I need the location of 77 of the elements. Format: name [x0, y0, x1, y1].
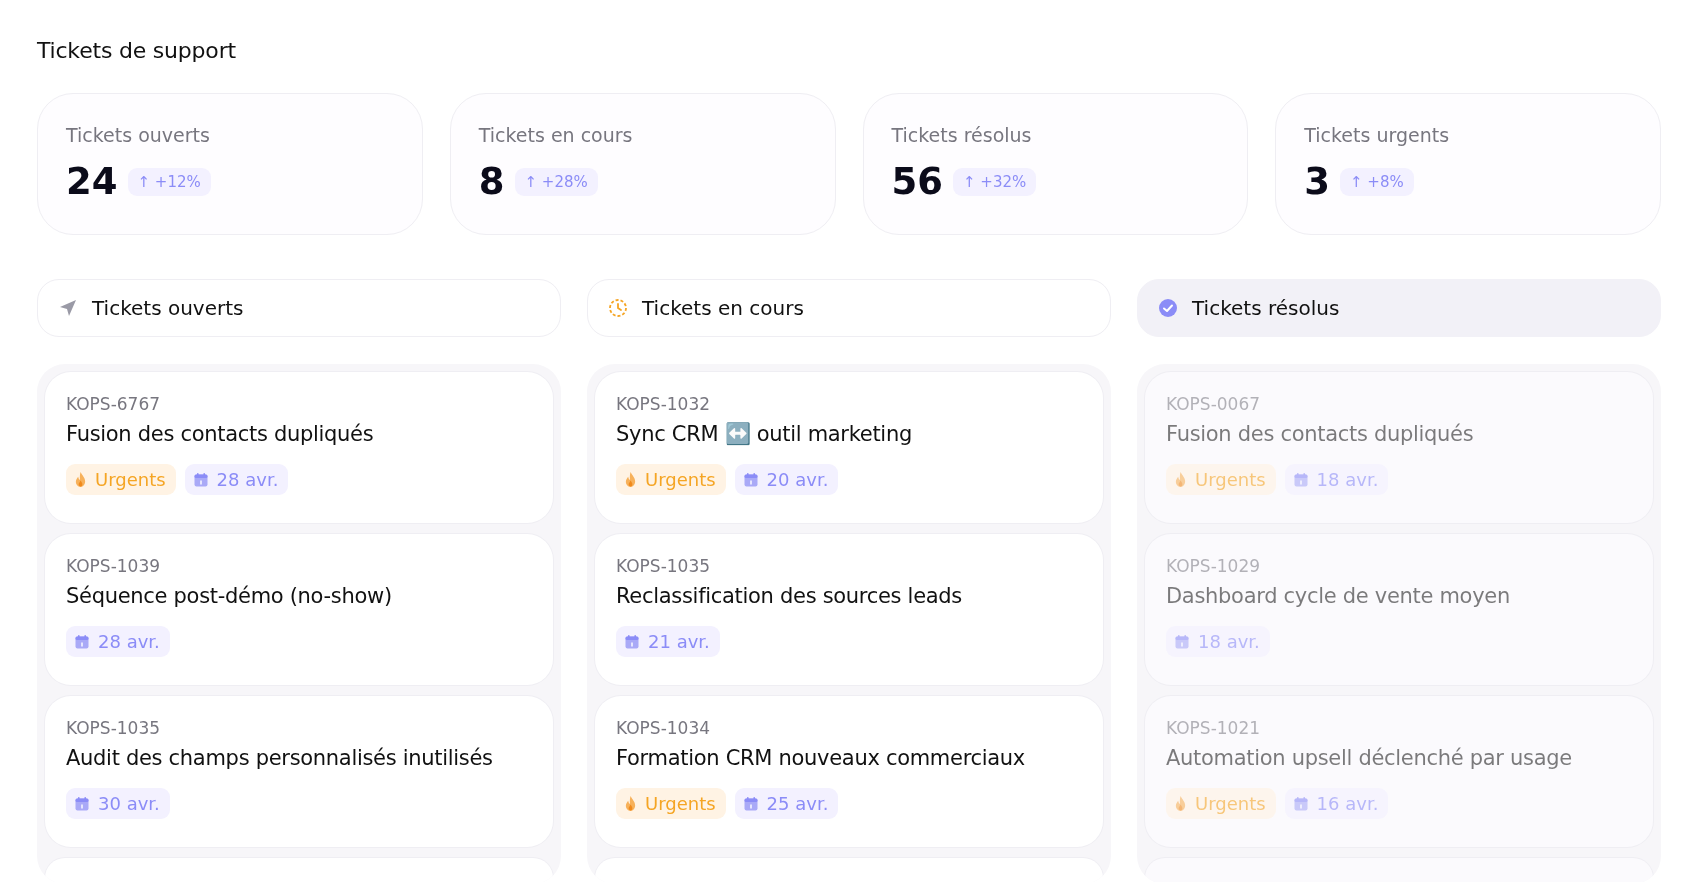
- ticket-id: KOPS-1035: [66, 718, 162, 738]
- ticket-title: Séquence post-démo (no-show): [66, 584, 393, 608]
- ticket-id: KOPS-0067: [1166, 394, 1262, 414]
- ticket-card[interactable]: KOPS-1035 Audit des champs personnalisés inutilisés 30 avr.: [45, 696, 553, 847]
- ticket-id: KOPS-6767: [66, 394, 162, 414]
- tag-label: 28 avr.: [216, 469, 279, 490]
- ticket-id: KOPS-1034: [616, 718, 712, 738]
- ticket-card[interactable]: KOPS-1039 Séquence post-démo (no-show) 28 avr.: [45, 534, 553, 685]
- flame-icon: [1174, 471, 1187, 488]
- ticket-card[interactable]: KOPS-1021 Automation upsell déclenché par usage Urgents 16 avr.: [1145, 696, 1653, 847]
- ticket-card[interactable]: KOPS-1034 Formation CRM nouveaux commerciaux Urgents 25 avr.: [595, 696, 1103, 847]
- page-title: Tickets de support: [37, 38, 237, 63]
- clock-icon: [608, 298, 628, 318]
- column-title: Tickets ouverts: [92, 296, 244, 320]
- ticket-id: KOPS-1039: [66, 556, 162, 576]
- ticket-id: KOPS-1035: [616, 556, 712, 576]
- ticket-card[interactable]: KOPS-1035 Reclassification des sources leads 21 avr.: [595, 534, 1103, 685]
- tag-label: 16 avr.: [1316, 793, 1379, 814]
- ticket-title: Formation CRM nouveaux commerciaux: [616, 746, 1026, 770]
- calendar-icon: [1174, 633, 1190, 650]
- ticket-title: Fusion des contacts dupliqués: [1166, 422, 1475, 446]
- stat-label: Tickets résolus: [891, 124, 1033, 146]
- flame-icon: [624, 795, 637, 812]
- calendar-icon: [192, 471, 209, 488]
- stat-label: Tickets ouverts: [66, 124, 211, 146]
- tag-label: 30 avr.: [98, 793, 160, 814]
- flame-icon: [74, 471, 87, 488]
- ticket-id: KOPS-1032: [616, 394, 712, 414]
- stat-label: Tickets en cours: [478, 124, 634, 146]
- column-header[interactable]: Tickets ouverts: [37, 279, 561, 337]
- stat-label: Tickets urgents: [1304, 124, 1451, 146]
- calendar-icon: [74, 633, 90, 650]
- calendar-icon: [74, 795, 90, 812]
- change-badge: ↑ +12%: [127, 167, 211, 196]
- tag-label: 25 avr.: [766, 793, 829, 814]
- check-circle-icon: [1158, 298, 1178, 318]
- calendar-icon: [1292, 795, 1309, 812]
- column-header[interactable]: Tickets en cours: [587, 279, 1111, 337]
- tag-label: Urgents: [95, 469, 166, 490]
- tag-label: Urgents: [1195, 469, 1266, 490]
- tag-label: Urgents: [645, 469, 716, 490]
- ticket-card[interactable]: KOPS-1029 Dashboard cycle de vente moyen 18 avr.: [1145, 534, 1653, 685]
- flame-icon: [1174, 795, 1187, 812]
- ticket-title: Fusion des contacts dupliqués: [66, 422, 375, 446]
- ticket-card[interactable]: KOPS-0067 Fusion des contacts dupliqués Urgents 18 avr.: [1145, 372, 1653, 523]
- tag-label: 28 avr.: [98, 631, 160, 652]
- ticket-id: KOPS-1029: [1166, 556, 1262, 576]
- column-title: Tickets résolus: [1192, 296, 1340, 320]
- paper-plane-icon: [58, 298, 78, 318]
- tag-label: Urgents: [1195, 793, 1266, 814]
- calendar-icon: [742, 471, 759, 488]
- change-badge: ↑ +28%: [514, 167, 598, 196]
- tag-label: 21 avr.: [648, 631, 710, 652]
- tag-label: 18 avr.: [1198, 631, 1260, 652]
- calendar-icon: [1292, 471, 1309, 488]
- stat-value: 24: [66, 160, 118, 203]
- stat-value: 56: [891, 160, 943, 203]
- ticket-title: Dashboard cycle de vente moyen: [1166, 584, 1511, 608]
- column-header[interactable]: Tickets résolus: [1137, 279, 1661, 337]
- change-badge: ↑ +32%: [953, 167, 1037, 196]
- ticket-title: Audit des champs personnalisés inutilisés: [66, 746, 494, 770]
- flame-icon: [624, 471, 637, 488]
- tag-label: Urgents: [645, 793, 716, 814]
- ticket-id: KOPS-1021: [1166, 718, 1262, 738]
- tag-label: 18 avr.: [1316, 469, 1379, 490]
- ticket-title: Sync CRM ↔ outil marketing: [616, 422, 913, 446]
- stat-value: 8: [478, 160, 505, 203]
- calendar-icon: [742, 795, 759, 812]
- ticket-title: Reclassification des sources leads: [616, 584, 963, 608]
- ticket-card[interactable]: KOPS-6767 Fusion des contacts dupliqués Urgents 28 avr.: [45, 372, 553, 523]
- change-badge: ↑ +8%: [1340, 167, 1414, 196]
- tag-label: 20 avr.: [766, 469, 829, 490]
- ticket-title: Automation upsell déclenché par usage: [1166, 746, 1573, 770]
- calendar-icon: [624, 633, 640, 650]
- stat-value: 3: [1304, 160, 1330, 203]
- ticket-card[interactable]: KOPS-1032 Sync CRM ↔ outil marketing Urgents 20 avr.: [595, 372, 1103, 523]
- column-title: Tickets en cours: [642, 296, 804, 320]
